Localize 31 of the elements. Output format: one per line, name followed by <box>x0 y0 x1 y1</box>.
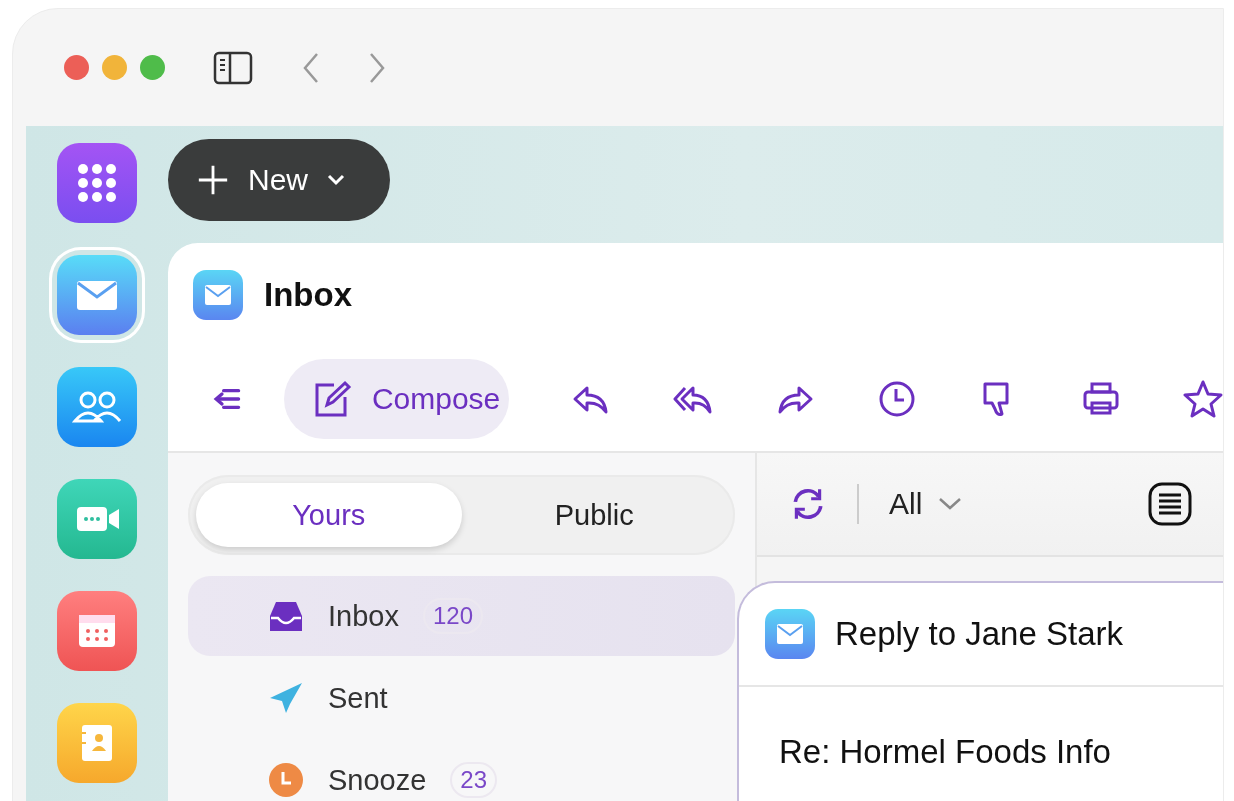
scope-tab[interactable]: Yours <box>196 483 462 547</box>
mail-icon <box>193 270 243 320</box>
chevron-down-icon <box>938 497 963 511</box>
chevron-down-icon <box>326 174 346 186</box>
mail-icon <box>765 609 815 659</box>
calendar-icon[interactable] <box>57 591 137 671</box>
folder-label: Inbox <box>328 599 399 633</box>
window-control-button[interactable] <box>64 55 89 80</box>
new-button[interactable]: New <box>168 139 390 221</box>
clock-icon <box>268 762 304 798</box>
panel-title: Inbox <box>264 276 352 314</box>
unread-count: 23 <box>450 762 498 798</box>
folder-label: Sent <box>328 681 388 715</box>
subject-text: Re: Hormel Foods Info <box>779 733 1111 770</box>
scope-tab[interactable]: Public <box>461 483 727 547</box>
folder-item[interactable]: Snooze 23 <box>188 740 735 801</box>
folder-label: Snooze <box>328 763 427 797</box>
sidebar-toggle-icon[interactable] <box>213 50 253 85</box>
clock-icon[interactable] <box>877 379 917 419</box>
plus-icon <box>196 163 230 197</box>
contacts-icon[interactable] <box>57 367 137 447</box>
reply-window-title: Reply to Jane Stark <box>835 615 1123 653</box>
list-view-icon[interactable] <box>1148 482 1193 526</box>
mail-icon[interactable] <box>57 255 137 335</box>
folder-item[interactable]: Inbox 120 <box>188 576 735 656</box>
folder-item[interactable]: Sent <box>188 658 735 738</box>
star-icon[interactable] <box>1183 379 1223 419</box>
unread-count: 120 <box>422 598 483 634</box>
apps-grid-icon[interactable] <box>57 143 137 223</box>
filter-dropdown[interactable]: All <box>889 487 963 521</box>
compose-button[interactable]: Compose <box>283 359 509 439</box>
